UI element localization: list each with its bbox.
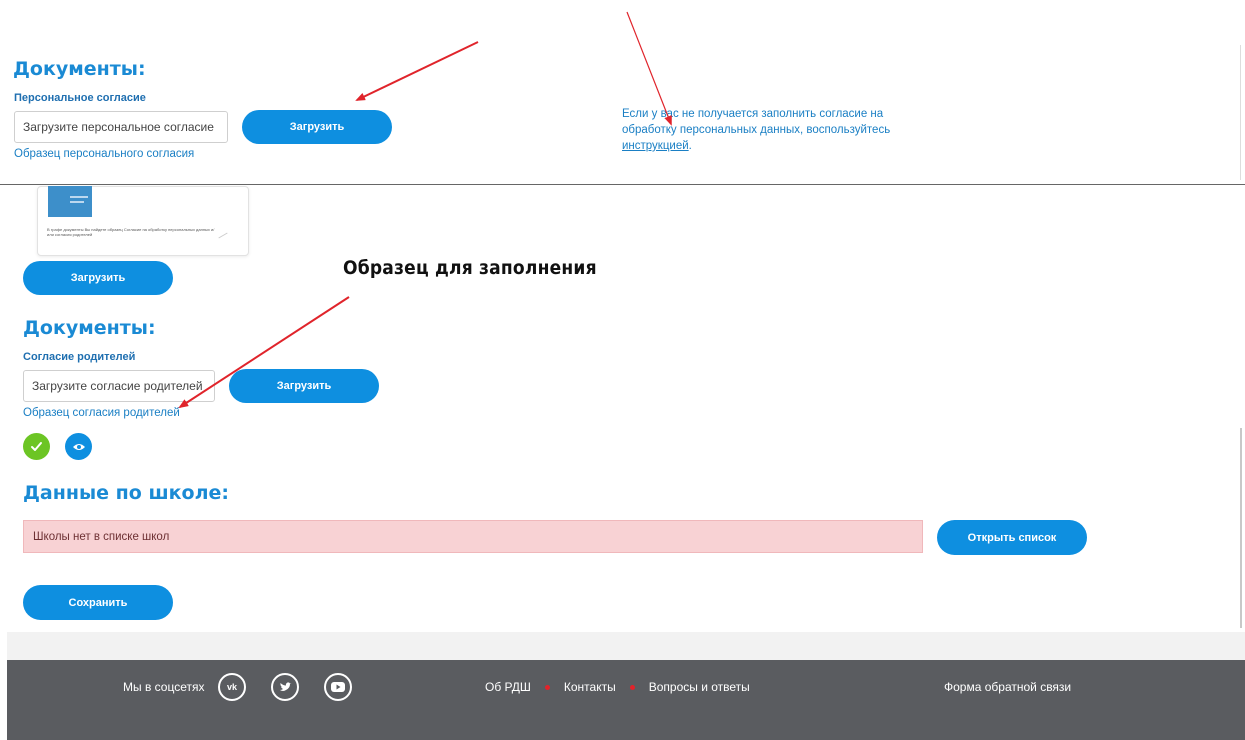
twitter-icon [279,681,291,691]
youtube-link[interactable] [324,673,352,701]
help-text-end: . [688,140,692,152]
arrow-to-upload [355,41,479,101]
thumbnail-image [48,186,92,217]
check-icon [31,442,42,451]
footer-nav: Об РДШ Контакты Вопросы и ответы [485,680,750,694]
documents-heading-parents: Документы: [23,317,156,339]
site-footer: Мы в соцсетях vk Об РДШ Контакты Вопросы… [7,660,1245,740]
feedback-form-link[interactable]: Форма обратной связи [944,680,1071,694]
upload-parents-consent-button[interactable]: Загрузить [229,369,379,403]
school-data-heading: Данные по школе: [23,482,230,504]
sample-banner: Образец для заполнения [343,257,597,279]
footer-nav-about[interactable]: Об РДШ [485,680,531,694]
parents-consent-label: Согласие родителей [23,351,136,363]
footer-nav-separator [544,684,550,690]
footer-nav-contacts[interactable]: Контакты [564,680,616,694]
save-button[interactable]: Сохранить [23,585,173,620]
instruction-link[interactable]: инструкцией [622,140,689,152]
parents-consent-sample-link[interactable]: Образец согласия родителей [23,407,180,419]
help-text-line-1: Если у вас не получается заполнить согла… [622,108,884,120]
vk-link[interactable]: vk [218,673,246,701]
upload-personal-consent-button[interactable]: Загрузить [242,110,392,144]
school-not-in-list-alert: Школы нет в списке школ [23,520,923,553]
eye-icon [72,443,85,450]
view-document-button[interactable] [65,433,92,460]
footer-nav-separator [629,684,635,690]
upload-button-middle[interactable]: Загрузить [23,261,173,295]
social-label: Мы в соцсетях [123,680,205,694]
screenshot-divider [0,184,1245,185]
personal-consent-sample-link[interactable]: Образец персонального согласия [14,148,194,160]
youtube-icon [331,682,345,692]
help-text-line-2: обработку персональных данных, воспользу… [622,124,891,136]
open-school-list-button[interactable]: Открыть список [937,520,1087,555]
footer-nav-faq[interactable]: Вопросы и ответы [649,680,750,694]
personal-consent-label: Персональное согласие [14,92,146,104]
scrollbar-thumb[interactable] [1240,428,1242,628]
right-edge-line [1240,45,1241,180]
personal-consent-input[interactable]: Загрузите персональное согласие [14,111,228,143]
parents-consent-input[interactable]: Загрузите согласие родителей [23,370,215,402]
footer-gap [7,632,1245,660]
twitter-link[interactable] [271,673,299,701]
sample-thumbnail: В графе документы Вы найдете образец Сог… [37,186,249,256]
documents-heading-top: Документы: [13,58,146,80]
help-text: Если у вас не получается заполнить согла… [622,106,942,154]
uploaded-check-button[interactable] [23,433,50,460]
thumbnail-caption: В графе документы Вы найдете образец Сог… [47,227,215,237]
vk-icon: vk [226,682,237,692]
